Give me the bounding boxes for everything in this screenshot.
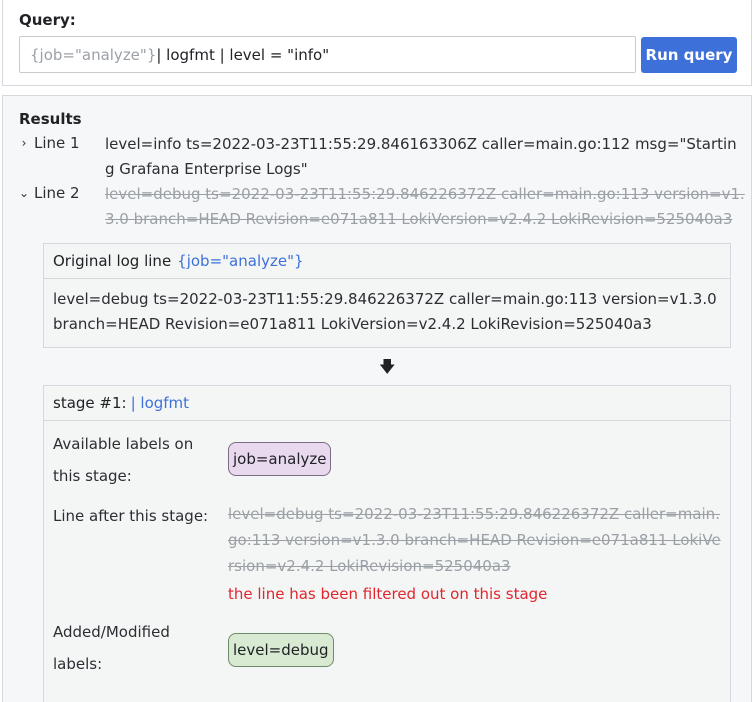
label-chip: job=analyze: [228, 442, 332, 476]
query-panel: Query: {job="analyze"} | logfmt | level …: [2, 0, 752, 86]
stage-expression: | logfmt: [130, 394, 190, 412]
added-labels-label: Added/Modified labels:: [53, 623, 170, 673]
added-labels-list: level=debug: [228, 633, 724, 667]
arrow-down-icon: 🡇: [379, 357, 396, 376]
original-log-line-header: Original log line {job="analyze"}: [44, 244, 730, 279]
original-log-line-title: Original log line: [53, 252, 172, 270]
query-pipeline-text: | logfmt | level = "info": [156, 45, 330, 64]
line-label: Line 1: [34, 134, 80, 152]
original-log-line-text: level=debug ts=2022-03-23T11:55:29.84622…: [53, 290, 717, 333]
filtered-message: the line has been filtered out on this s…: [228, 585, 548, 603]
query-input[interactable]: {job="analyze"} | logfmt | level = "info…: [19, 36, 636, 73]
stage-box: stage #1: | logfmt Available labels on t…: [43, 385, 731, 702]
query-selector-text: {job="analyze"}: [30, 45, 157, 64]
line-after-stage-label: Line after this stage:: [53, 507, 209, 525]
original-log-line-selector: {job="analyze"}: [177, 252, 304, 270]
line-text-filtered: level=debug ts=2022-03-23T11:55:29.84622…: [105, 185, 745, 228]
line-toggle[interactable]: › Line 1: [19, 134, 107, 152]
line-label: Line 2: [34, 184, 80, 202]
available-labels-label: Available labels on this stage:: [53, 435, 194, 485]
line-after-stage-text: level=debug ts=2022-03-23T11:55:29.84622…: [228, 505, 721, 575]
available-labels-list: job=analyze: [228, 442, 724, 476]
line-after-stage-value: level=debug ts=2022-03-23T11:55:29.84622…: [228, 501, 724, 603]
label-chip: level=debug: [228, 633, 334, 667]
chevron-right-icon: ›: [21, 136, 27, 150]
result-line: ⌄ Line 2 level=debug ts=2022-03-23T11:55…: [19, 184, 745, 234]
line-text: level=info ts=2022-03-23T11:55:29.846163…: [105, 135, 737, 178]
stage-title: stage #1:: [53, 394, 127, 412]
line-toggle[interactable]: ⌄ Line 2: [19, 184, 107, 202]
result-line: › Line 1 level=info ts=2022-03-23T11:55:…: [19, 134, 744, 184]
results-title: Results: [19, 110, 82, 128]
results-panel: Results › Line 1 level=info ts=2022-03-2…: [2, 95, 752, 702]
run-query-button[interactable]: Run query: [641, 37, 737, 73]
query-label: Query:: [19, 11, 76, 29]
chevron-down-icon: ⌄: [19, 186, 30, 200]
stage-header: stage #1: | logfmt: [44, 386, 730, 421]
original-log-line-box: Original log line {job="analyze"} level=…: [43, 243, 731, 348]
